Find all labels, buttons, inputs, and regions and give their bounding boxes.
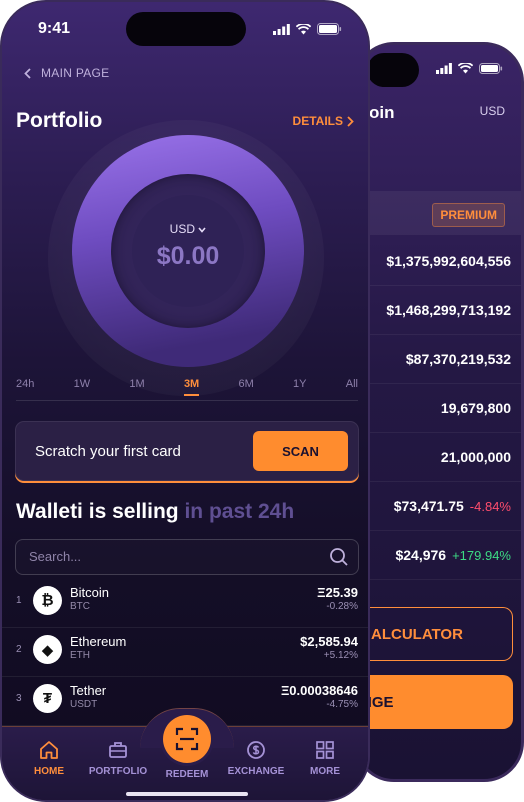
- coin-change: -0.28%: [326, 601, 358, 612]
- front-phone: 9:41 MAIN PAGE Portfolio DETAILS USD $0.…: [0, 0, 370, 802]
- stat-row: 19,679,800: [357, 384, 521, 433]
- coin-rank: 3: [16, 693, 22, 704]
- divider: [16, 400, 358, 401]
- coin-name: Ethereum: [70, 634, 127, 649]
- currency-label: USD: [169, 222, 195, 236]
- ethereum-icon: ◆: [33, 635, 62, 664]
- stat-row: $73,471.75 -4.84%: [357, 482, 521, 531]
- coin-price: Ξ25.39: [317, 585, 358, 600]
- section-title: Walleti is selling in past 24h: [16, 500, 294, 524]
- stat-value: $87,370,219,532: [405, 351, 511, 367]
- back-phone: oin USD PREMIUM $1,375,992,604,556 $1,46…: [354, 42, 524, 782]
- chevron-right-icon: [347, 115, 354, 127]
- stat-change: +179.94%: [452, 547, 511, 563]
- tab-label: MORE: [310, 766, 340, 777]
- coin-change: +5.12%: [323, 650, 358, 661]
- dynamic-island: [126, 12, 246, 46]
- currency-selector[interactable]: USD: [132, 222, 244, 236]
- coin-price: Ξ0.00038646: [280, 683, 358, 698]
- chevron-down-icon: [198, 227, 206, 233]
- stat-row: $87,370,219,532: [357, 335, 521, 384]
- status-time: 9:41: [38, 20, 71, 37]
- back-link-label: MAIN PAGE: [41, 66, 110, 80]
- coin-rank: 1: [16, 595, 22, 606]
- coin-change: -4.75%: [326, 699, 358, 710]
- tab-label: PORTFOLIO: [88, 766, 148, 777]
- range-tab-24h[interactable]: 24h: [16, 378, 34, 396]
- portfolio-amount: $0.00: [156, 242, 220, 270]
- back-page-title: oin: [369, 103, 395, 122]
- stat-value: 21,000,000: [440, 449, 511, 465]
- details-label: DETAILS: [292, 114, 343, 128]
- tether-icon: ₮: [33, 684, 62, 713]
- scan-frame-icon: [175, 727, 199, 751]
- briefcase-icon: [109, 742, 127, 758]
- status-icons: [436, 63, 503, 74]
- range-tab-6m[interactable]: 6M: [238, 378, 253, 396]
- search-placeholder: Search...: [29, 549, 82, 564]
- tab-home[interactable]: HOME: [12, 740, 86, 777]
- stat-value: 19,679,800: [440, 400, 511, 416]
- coin-symbol: BTC: [70, 601, 90, 612]
- redeem-button[interactable]: [163, 715, 211, 763]
- range-tab-1m[interactable]: 1M: [129, 378, 144, 396]
- coin-symbol: USDT: [70, 699, 98, 710]
- bitcoin-icon: ₿: [33, 586, 62, 615]
- stat-row: $1,375,992,604,556: [357, 237, 521, 286]
- details-link[interactable]: DETAILS: [293, 114, 354, 128]
- range-tab-1y[interactable]: 1Y: [293, 378, 306, 396]
- coin-row[interactable]: 2 ◆ Ethereum ETH $2,585.94 +5.12%: [2, 628, 368, 677]
- coin-price: $2,585.94: [300, 634, 358, 649]
- section-title-suffix: in past 24h: [184, 500, 295, 523]
- range-tab-3m[interactable]: 3M: [183, 378, 200, 396]
- stat-value: $73,471.75: [393, 498, 464, 514]
- wifi-icon: [296, 23, 311, 34]
- calculator-button[interactable]: ALCULATOR: [357, 607, 513, 661]
- status-icons: [273, 23, 342, 35]
- stat-value: $1,468,299,713,192: [386, 302, 511, 318]
- back-currency[interactable]: USD: [480, 104, 505, 118]
- tab-exchange[interactable]: EXCHANGE: [219, 740, 293, 777]
- chevron-left-icon: [24, 67, 31, 79]
- coin-rank: 2: [16, 644, 22, 655]
- tab-label: EXCHANGE: [227, 766, 285, 777]
- coin-name: Tether: [70, 683, 107, 698]
- home-indicator: [126, 792, 248, 796]
- home-icon: [40, 741, 58, 759]
- exchange-icon: [247, 741, 265, 759]
- page-title: Portfolio: [16, 109, 103, 132]
- coin-row[interactable]: 1 ₿ Bitcoin BTC Ξ25.39 -0.28%: [2, 579, 368, 628]
- scratch-text: Scratch your first card: [35, 443, 181, 460]
- stat-value: $24,976: [395, 547, 447, 563]
- back-link[interactable]: MAIN PAGE: [24, 66, 110, 80]
- stat-row: $1,468,299,713,192: [357, 286, 521, 335]
- dynamic-island: [367, 53, 419, 87]
- scan-button[interactable]: SCAN: [253, 431, 348, 471]
- signal-icon: [436, 63, 452, 74]
- range-tabs: 24h 1W 1M 3M 6M 1Y All: [16, 378, 358, 396]
- signal-icon: [273, 23, 290, 35]
- wifi-icon: [458, 63, 473, 74]
- range-tab-1w[interactable]: 1W: [74, 378, 91, 396]
- coin-symbol: ETH: [70, 650, 90, 661]
- coin-name: Bitcoin: [70, 585, 110, 600]
- stat-row: $24,976 +179.94%: [357, 531, 521, 580]
- tab-label: HOME: [34, 766, 64, 777]
- exchange-button[interactable]: NGE: [357, 675, 513, 729]
- battery-icon: [317, 23, 342, 35]
- battery-icon: [479, 63, 503, 74]
- grid-icon: [316, 741, 334, 759]
- section-title-main: Walleti is selling: [16, 500, 179, 523]
- stat-value: $1,375,992,604,556: [386, 253, 511, 269]
- tab-portfolio[interactable]: PORTFOLIO: [81, 740, 155, 777]
- stat-change: -4.84%: [469, 498, 511, 514]
- range-tab-all[interactable]: All: [346, 378, 358, 396]
- premium-badge[interactable]: PREMIUM: [432, 203, 505, 227]
- stat-row: 21,000,000: [357, 433, 521, 482]
- tab-label-redeem[interactable]: REDEEM: [150, 769, 224, 780]
- search-icon[interactable]: [329, 547, 349, 567]
- tab-more[interactable]: MORE: [288, 740, 362, 777]
